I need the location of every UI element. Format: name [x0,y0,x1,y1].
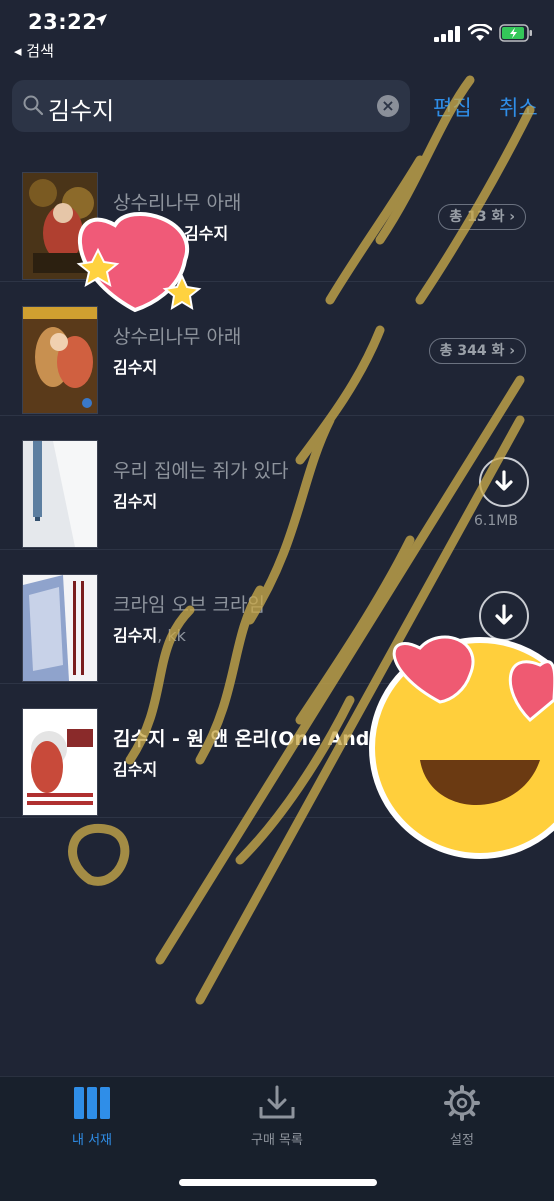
back-to-search-link[interactable]: ◂ 검색 [14,40,54,61]
gear-icon [444,1085,480,1121]
book-title: 크라임 오브 크라임 [113,594,265,616]
book-title: 상수리나무 아래 [113,326,242,348]
book-cover-image [22,574,98,682]
clear-search-button[interactable]: × [377,95,399,117]
search-row: 김수지 × 편집 취소 [0,80,554,134]
book-row[interactable]: 상수리나무 아래 나무 김수지 총 13 화 › [0,148,554,282]
download-arrow-icon [495,604,513,625]
book-author: 김수지 [113,760,158,779]
tab-label: 설정 [450,1133,474,1148]
book-list: 상수리나무 아래 나무 김수지 총 13 화 › 상수리나무 아래 김수지 총 … [0,148,554,818]
download-button[interactable] [479,457,529,507]
book-row[interactable]: 상수리나무 아래 김수지 총 344 화 › [0,282,554,416]
tab-label: 내 서재 [71,1133,112,1148]
file-size: 6.1MB [474,513,518,529]
tab-my-library[interactable]: 내 서재 [32,1085,152,1148]
search-query: 김수지 [48,97,115,125]
file-size: 6.7MB [474,647,518,663]
episode-count-badge[interactable]: 총 344 화 › [428,338,526,364]
book-title: 상수리나무 아래 [113,192,242,214]
book-row[interactable]: 김수지 - 원 앤 온리(One And O 김수지 [0,684,554,818]
book-cover-image [22,708,98,816]
edit-button[interactable]: 편집 [433,92,472,122]
book-author: 김수지 [113,358,158,377]
cancel-button[interactable]: 취소 [499,92,538,122]
download-tray-icon [259,1085,295,1119]
book-title: 우리 집에는 쥐가 있다 [113,460,289,482]
tab-purchases[interactable]: 구매 목록 [217,1085,337,1148]
location-arrow-icon [95,14,107,26]
book-cover-image [22,172,98,280]
tab-label: 구매 목록 [251,1133,303,1148]
download-arrow-icon [495,470,513,491]
download-button[interactable] [479,591,529,641]
battery-charging-icon [499,24,532,42]
home-indicator[interactable] [179,1179,377,1186]
book-cover-image [22,440,98,548]
search-icon [23,95,44,116]
tab-settings[interactable]: 설정 [402,1085,522,1148]
status-bar: 23:22 ◂ 검색 [0,0,554,64]
book-title: 김수지 - 원 앤 온리(One And O [113,728,393,750]
book-author: 김수지, kk [113,626,186,645]
book-author: 나무 김수지 [113,224,229,243]
wifi-icon [468,24,492,41]
book-cover-image [22,306,98,414]
search-input[interactable]: 김수지 × [12,80,410,132]
cellular-signal-icon [434,26,460,42]
books-shelf-icon [74,1087,110,1119]
book-row[interactable]: 우리 집에는 쥐가 있다 김수지 6.1MB [0,416,554,550]
book-author: 김수지 [113,492,158,511]
episode-count-badge[interactable]: 총 13 화 › [438,204,526,230]
status-time: 23:22 [28,10,98,34]
book-row[interactable]: 크라임 오브 크라임 김수지, kk 6.7MB [0,550,554,684]
